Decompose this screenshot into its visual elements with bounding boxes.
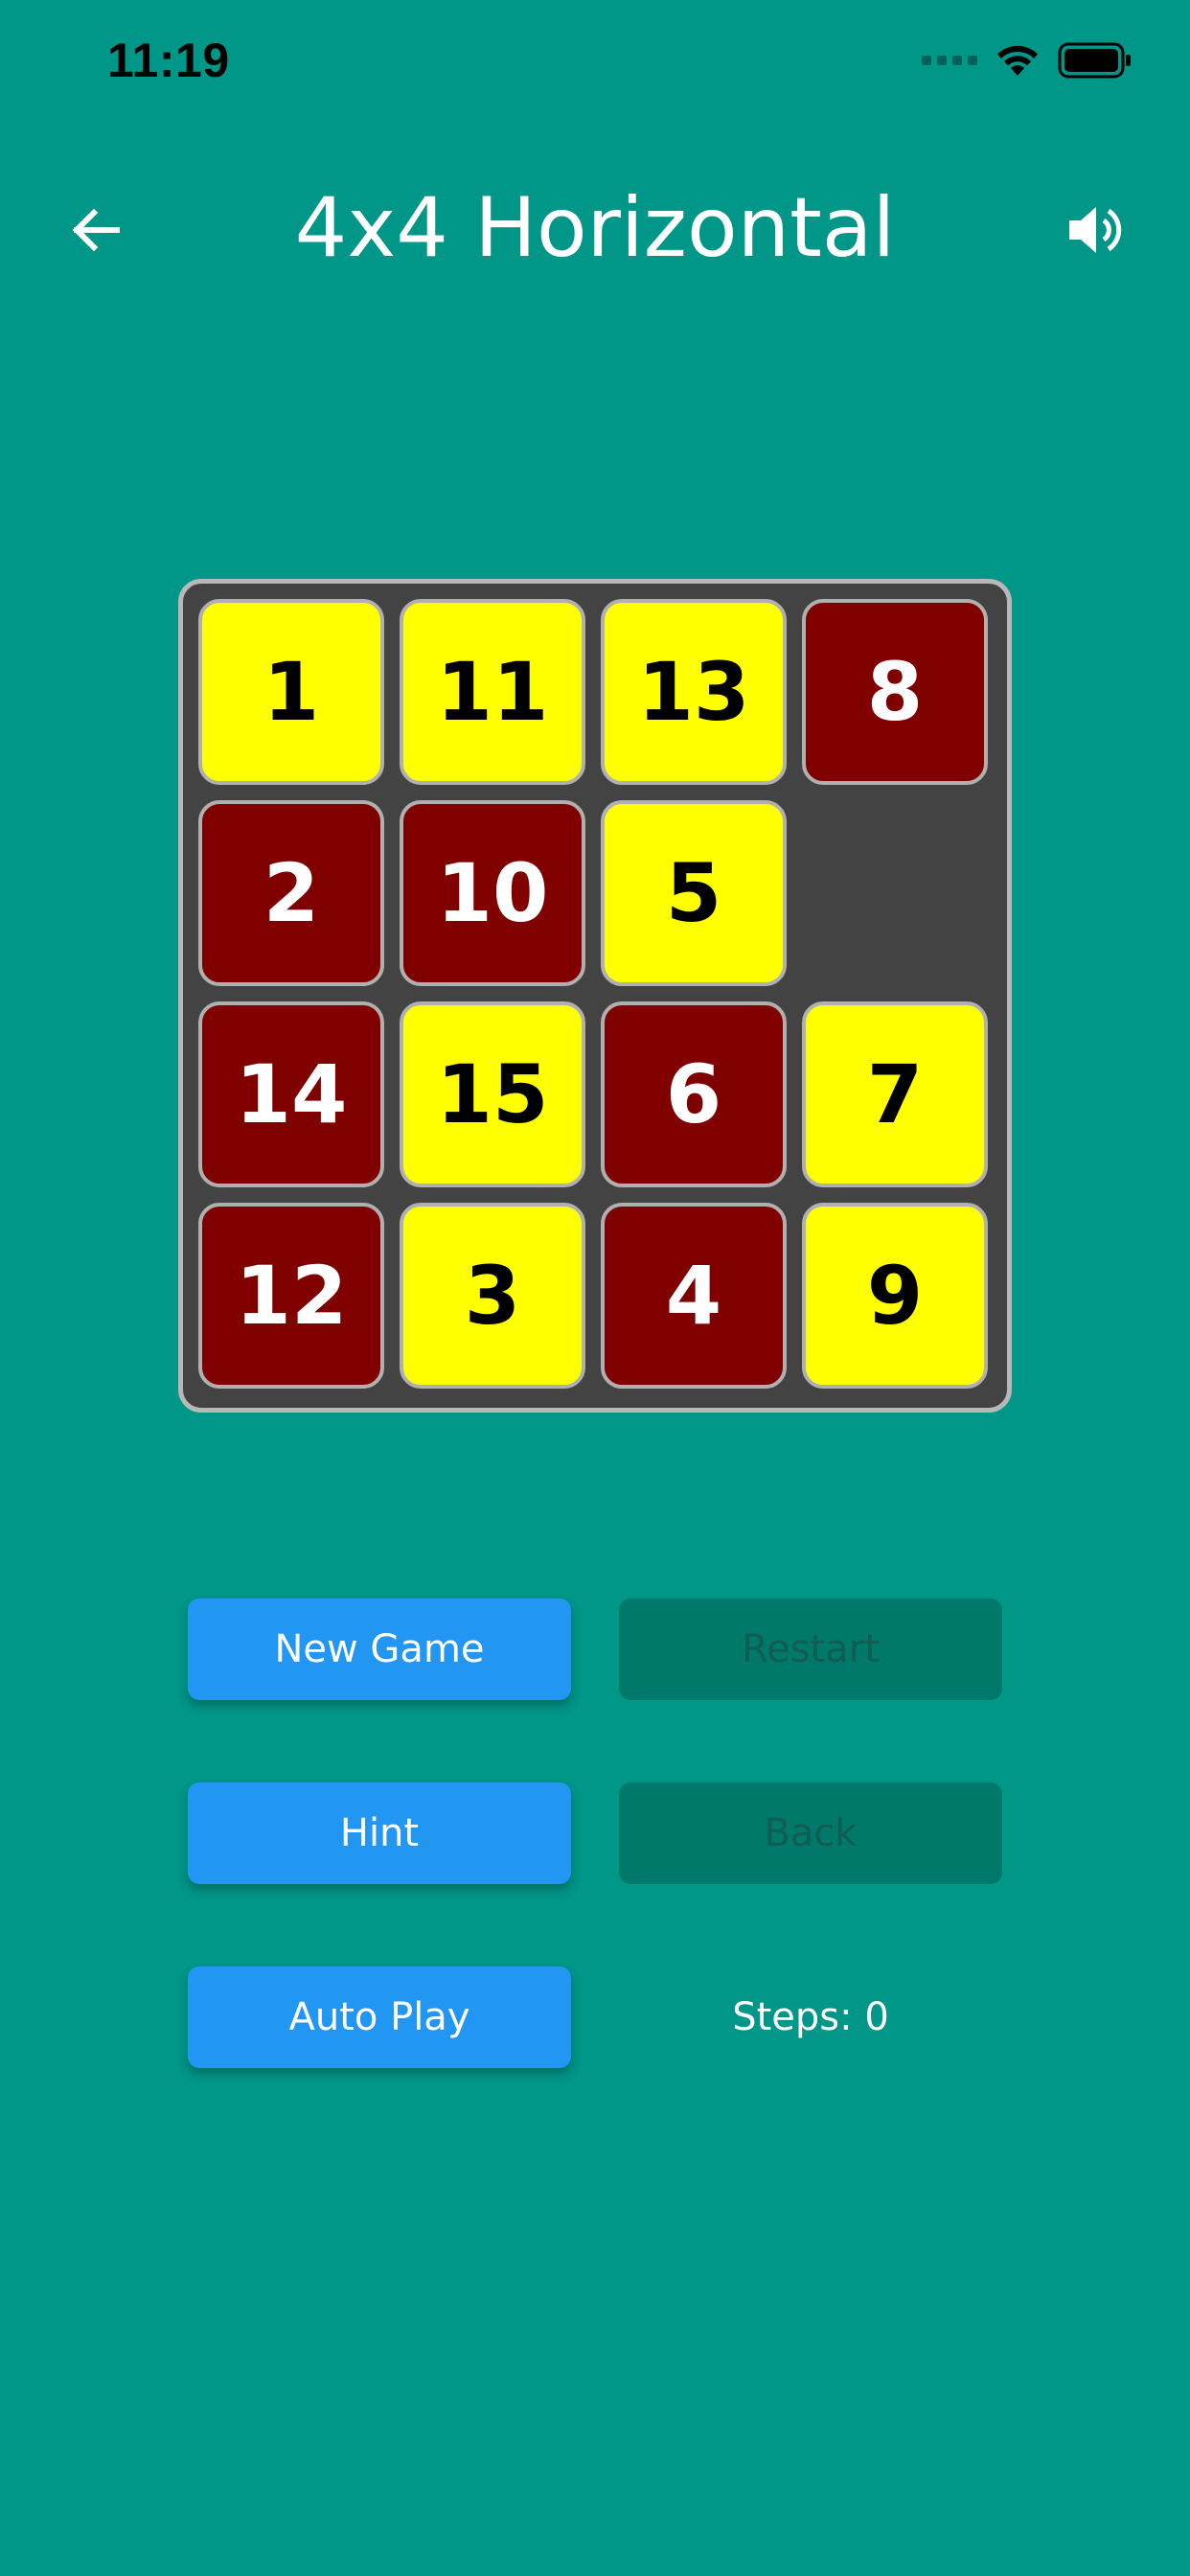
tile[interactable]: 11 [400,599,585,785]
app-bar: 4x4 Horizontal [0,153,1190,297]
hint-button[interactable]: Hint [188,1782,571,1884]
tile[interactable]: 14 [198,1001,384,1187]
status-icons [922,42,1133,79]
steps-counter: Steps: 0 [732,1995,889,2039]
wifi-icon [997,45,1038,76]
tile[interactable]: 8 [802,599,988,785]
sound-toggle-button[interactable] [1056,192,1133,268]
volume-up-icon [1069,207,1122,253]
puzzle-board: 1 11 13 8 2 10 5 14 15 6 7 12 3 4 9 [178,579,1012,1413]
page-title: 4x4 Horizontal [294,180,896,276]
tile[interactable]: 10 [400,800,585,986]
auto-play-button[interactable]: Auto Play [188,1966,571,2068]
tile[interactable]: 2 [198,800,384,986]
tile[interactable]: 6 [601,1001,787,1187]
cellular-signal-icon [922,56,977,65]
battery-icon [1058,42,1131,79]
tile[interactable]: 9 [802,1203,988,1389]
tile[interactable]: 15 [400,1001,585,1187]
tile[interactable]: 13 [601,599,787,785]
restart-button[interactable]: Restart [619,1598,1002,1700]
status-bar: 11:19 [0,0,1190,125]
undo-back-button[interactable]: Back [619,1782,1002,1884]
status-time: 11:19 [107,34,230,87]
tile[interactable]: 12 [198,1203,384,1389]
tile[interactable]: 5 [601,800,787,986]
tile[interactable]: 4 [601,1203,787,1389]
tile[interactable]: 7 [802,1001,988,1187]
tile[interactable]: 3 [400,1203,585,1389]
new-game-button[interactable]: New Game [188,1598,571,1700]
tile[interactable]: 1 [198,599,384,785]
